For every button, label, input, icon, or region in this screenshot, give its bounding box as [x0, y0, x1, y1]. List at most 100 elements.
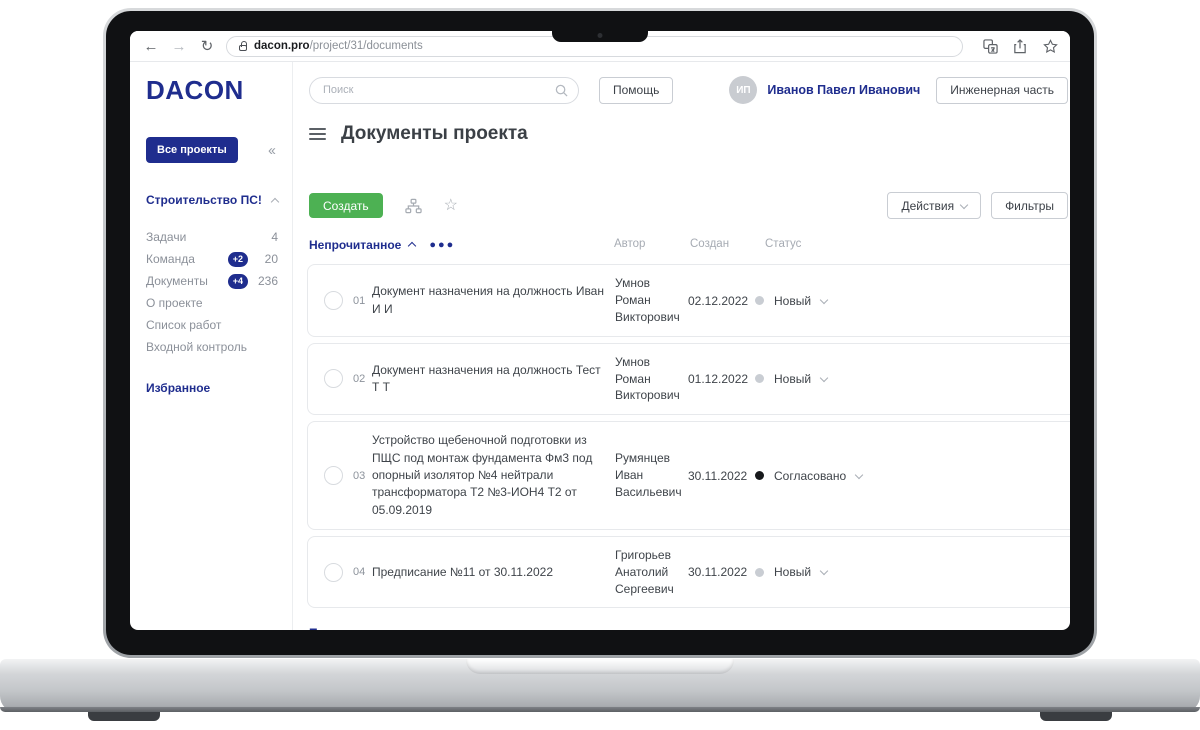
section-other-header: Прочее ●●● — [309, 626, 1068, 630]
document-date: 30.11.2022 — [688, 469, 755, 483]
document-title[interactable]: Документ назначения на должность Иван И … — [372, 283, 615, 318]
sidebar-item-count: 20 — [254, 252, 278, 266]
section-unread-header: Непрочитанное ●●● Автор Создан Статус — [309, 237, 1068, 252]
top-bar: Помощь ИП Иванов Павел Иванович Инженерн… — [309, 76, 1068, 104]
sidebar-item-count: 236 — [254, 274, 278, 288]
sidebar-item-count: 4 — [254, 230, 278, 244]
section-menu-icon[interactable]: ●●● — [380, 627, 406, 630]
chevron-up-icon — [408, 242, 416, 250]
laptop-foot — [1040, 712, 1112, 721]
avatar[interactable]: ИП — [729, 76, 757, 104]
create-button[interactable]: Создать — [309, 193, 383, 218]
section-unread-toggle[interactable]: Непрочитанное — [309, 238, 415, 252]
bookmark-star-icon[interactable] — [1042, 38, 1058, 54]
help-button[interactable]: Помощь — [599, 77, 673, 104]
status-dropdown[interactable]: Новый — [755, 565, 1070, 579]
document-title[interactable]: Документ назначения на должность Тест Т … — [372, 362, 615, 397]
sidebar-item-label: Команда — [146, 252, 195, 266]
document-date: 30.11.2022 — [688, 565, 755, 579]
document-title[interactable]: Устройство щебеночной подготовки из ПЩС … — [372, 432, 615, 519]
document-date: 01.12.2022 — [688, 372, 755, 386]
status-label: Новый — [774, 294, 811, 308]
all-projects-button[interactable]: Все проекты — [146, 137, 238, 163]
row-checkbox[interactable] — [324, 291, 343, 310]
status-label: Новый — [774, 372, 811, 386]
status-label: Согласовано — [774, 469, 846, 483]
hierarchy-icon[interactable] — [405, 198, 422, 214]
camera-notch — [552, 31, 648, 42]
document-author: Румянцев Иван Васильевич — [615, 450, 688, 500]
filters-button[interactable]: Фильтры — [991, 192, 1068, 219]
document-title[interactable]: Предписание №11 от 30.11.2022 — [372, 564, 615, 581]
sidebar-item-documents[interactable]: Документы +4 236 — [146, 270, 278, 292]
back-icon[interactable]: ← — [142, 38, 160, 55]
collapse-sidebar-icon[interactable]: ‹‹ — [268, 142, 278, 159]
section-menu-icon[interactable]: ●●● — [429, 239, 455, 251]
role-button[interactable]: Инженерная часть — [936, 77, 1068, 104]
laptop-base-edge — [0, 707, 1200, 712]
lock-icon — [239, 45, 247, 51]
sidebar-item-label: О проекте — [146, 296, 203, 310]
status-dot — [755, 296, 764, 305]
status-dropdown[interactable]: Согласовано — [755, 469, 1070, 483]
section-other-toggle[interactable]: Прочее — [309, 626, 366, 630]
title-bar: Документы проекта — [309, 123, 1068, 145]
status-dot — [755, 374, 764, 383]
search-icon — [555, 84, 568, 97]
share-icon[interactable] — [1012, 38, 1028, 54]
row-checkbox[interactable] — [324, 369, 343, 388]
actions-button[interactable]: Действия — [887, 192, 981, 219]
row-checkbox[interactable] — [324, 466, 343, 485]
sidebar-item-tasks[interactable]: Задачи 4 — [146, 226, 278, 248]
row-number: 01 — [344, 295, 372, 307]
sidebar-item-favorites[interactable]: Избранное — [146, 381, 278, 395]
column-status: Статус — [765, 238, 801, 250]
row-number: 02 — [344, 373, 372, 385]
section-unread-label: Непрочитанное — [309, 238, 401, 252]
dacon-logo: DACON — [146, 75, 278, 106]
chevron-down-icon — [820, 295, 828, 303]
section-label: Прочее — [309, 626, 352, 630]
status-dropdown[interactable]: Новый — [755, 294, 1070, 308]
sidebar-item-badge: +4 — [228, 274, 248, 289]
stage: ← → ↻ dacon.pro /project/31/documents — [0, 0, 1200, 730]
chevron-down-icon — [820, 374, 828, 382]
page-title: Документы проекта — [341, 123, 528, 145]
laptop-base-groove — [466, 659, 734, 674]
camera-icon — [598, 33, 603, 38]
status-dot — [755, 568, 764, 577]
translate-icon[interactable] — [982, 38, 998, 54]
user-name[interactable]: Иванов Павел Иванович — [767, 83, 920, 97]
document-date: 02.12.2022 — [688, 294, 755, 308]
sidebar-item-about[interactable]: О проекте — [146, 292, 278, 314]
favorite-star-icon[interactable]: ☆ — [444, 198, 458, 214]
sidebar-item-worklist[interactable]: Список работ — [146, 314, 278, 336]
app-shell: DACON Все проекты ‹‹ Строительство ПС! З… — [130, 62, 1070, 630]
chevron-down-icon — [820, 567, 828, 575]
chevron-down-icon — [359, 628, 367, 630]
sidebar-item-label: Задачи — [146, 230, 186, 244]
sidebar-item-team[interactable]: Команда +2 20 — [146, 248, 278, 270]
forward-icon[interactable]: → — [170, 38, 188, 55]
status-label: Новый — [774, 565, 811, 579]
main-content: Помощь ИП Иванов Павел Иванович Инженерн… — [293, 62, 1070, 630]
search-input[interactable] — [309, 77, 579, 104]
reload-icon[interactable]: ↻ — [198, 37, 216, 55]
project-section-header[interactable]: Строительство ПС! — [146, 193, 278, 207]
sidebar-item-incoming-control[interactable]: Входной контроль — [146, 336, 278, 358]
sidebar: DACON Все проекты ‹‹ Строительство ПС! З… — [130, 62, 293, 630]
chevron-down-icon — [960, 201, 968, 209]
document-row[interactable]: 02 Документ назначения на должность Тест… — [307, 343, 1070, 415]
document-row[interactable]: 04 Предписание №11 от 30.11.2022 Григорь… — [307, 536, 1070, 608]
row-checkbox[interactable] — [324, 563, 343, 582]
laptop-base — [0, 659, 1200, 712]
document-row[interactable]: 01 Документ назначения на должность Иван… — [307, 264, 1070, 336]
actions-button-label: Действия — [901, 199, 954, 213]
sidebar-item-label: Входной контроль — [146, 340, 247, 354]
project-title[interactable]: Строительство ПС! — [146, 193, 262, 207]
menu-icon[interactable] — [309, 123, 326, 145]
status-dropdown[interactable]: Новый — [755, 372, 1070, 386]
browser-actions — [982, 38, 1058, 54]
row-number: 03 — [344, 470, 372, 482]
document-row[interactable]: 03 Устройство щебеночной подготовки из П… — [307, 421, 1070, 530]
